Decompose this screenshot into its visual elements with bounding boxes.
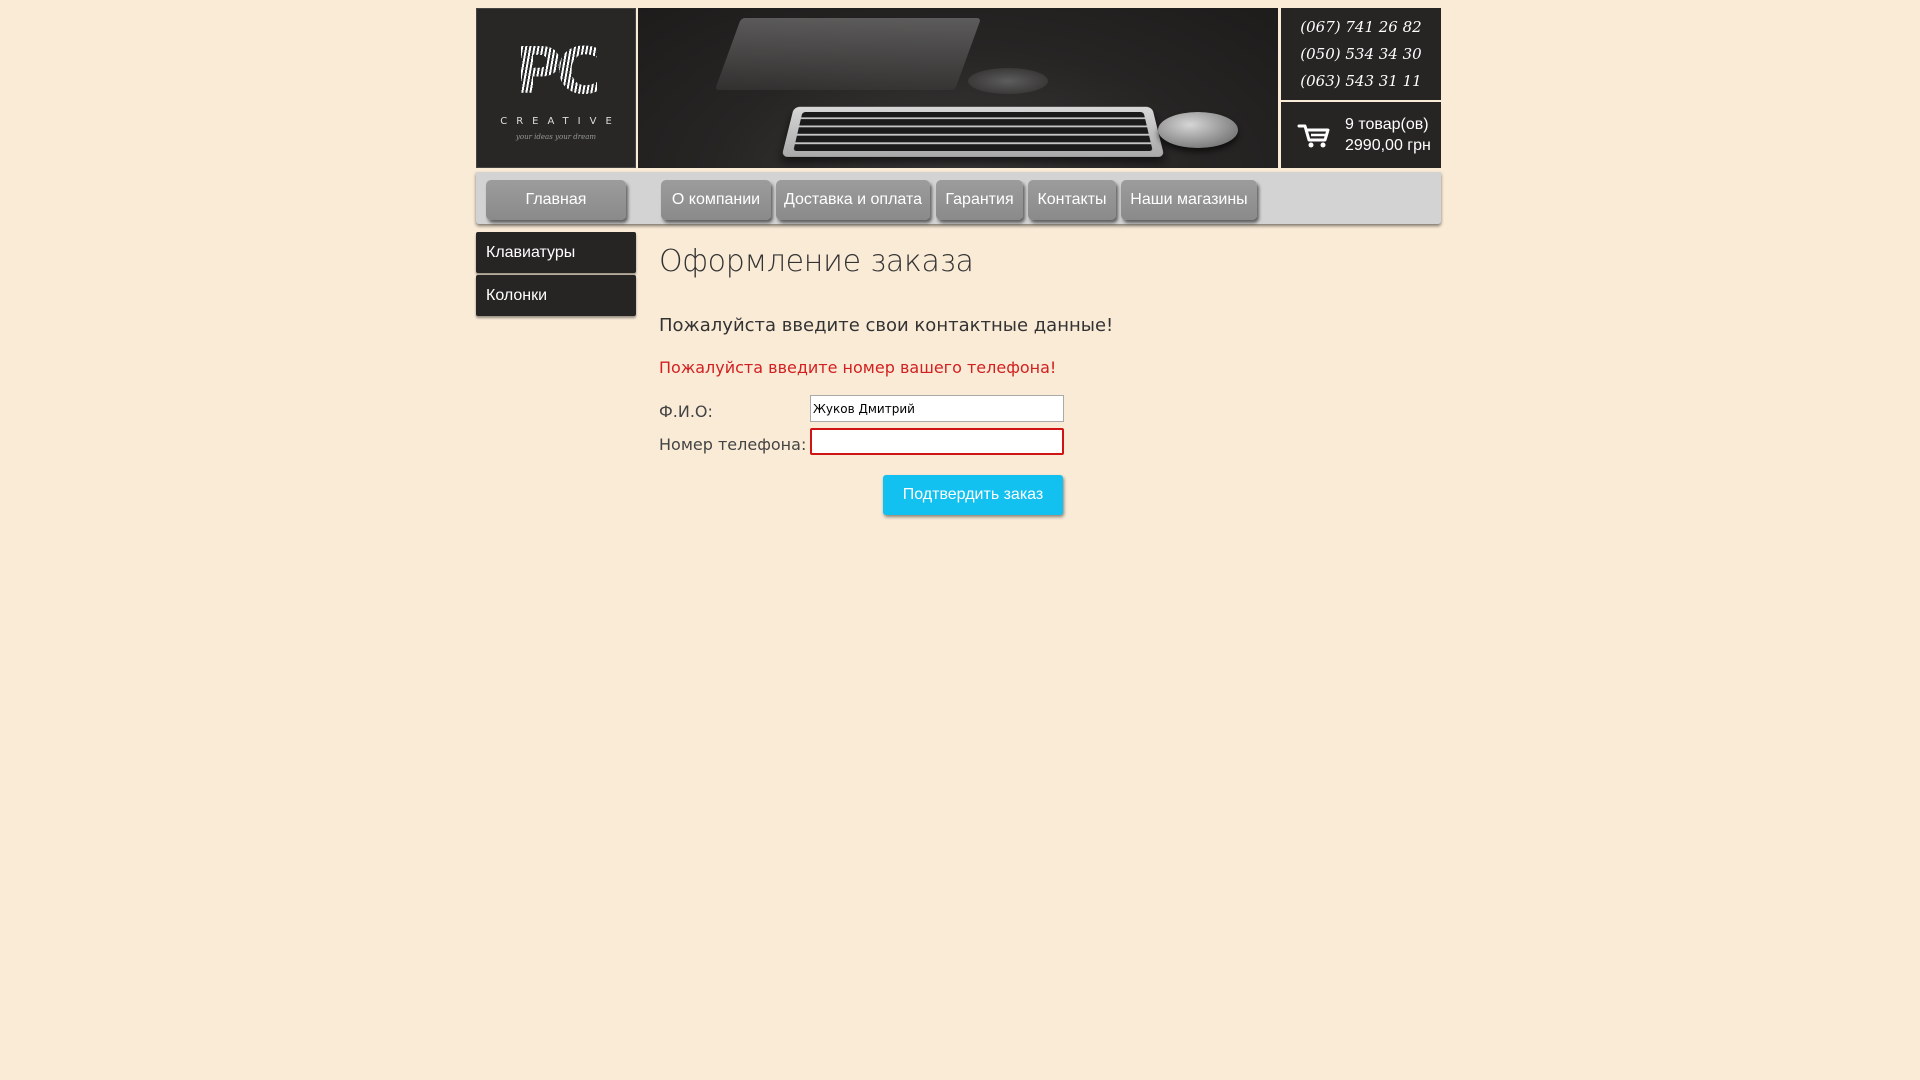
confirm-order-button[interactable]: Подтвердить заказ [883,475,1063,515]
name-field[interactable] [810,395,1064,422]
phone-field[interactable] [810,428,1064,455]
nav-contacts[interactable]: Контакты [1028,180,1116,220]
submit-row: Подтвердить заказ [659,475,1359,519]
cart-total: 2990,00 грн [1345,137,1431,154]
phone-label: Номер телефона: [659,435,807,454]
form-intro: Пожалуйста введите свои контактные данны… [659,315,1114,336]
logo-tagline: your ideas your dream [515,132,597,141]
header-banner-image [638,8,1278,168]
main-content: Оформление заказа Пожалуйста введите сво… [659,244,1359,519]
cart-text: 9 товар(ов) 2990,00 грн [1345,114,1431,156]
banner-cup [968,68,1048,94]
nav-warranty[interactable]: Гарантия [936,180,1023,220]
cart-icon [1297,124,1330,148]
phone-list: (067) 741 26 82 (050) 534 34 30 (063) 54… [1281,8,1441,100]
category-sidebar: Клавиатуры Колонки [476,232,636,318]
phone-number: (063) 543 31 11 [1300,72,1422,90]
site-logo[interactable]: PC CREATIVE your ideas your dream [476,8,636,168]
nav-home[interactable]: Главная [486,180,626,220]
sidebar-item-speakers[interactable]: Колонки [476,275,636,316]
page-wrapper: PC CREATIVE your ideas your dream (067) … [476,8,1441,515]
cart-summary[interactable]: 9 товар(ов) 2990,00 грн [1281,102,1441,168]
name-row: Ф.И.О: [659,395,1359,428]
banner-keyboard [781,106,1165,157]
name-label: Ф.И.О: [659,402,713,421]
nav-about[interactable]: О компании [661,180,771,220]
error-message: Пожалуйста введите номер вашего телефона… [659,358,1057,377]
banner-mouse [1158,112,1238,148]
phone-row: Номер телефона: [659,428,1359,461]
page-title: Оформление заказа [659,244,974,279]
sidebar-item-keyboards[interactable]: Клавиатуры [476,232,636,273]
banner-laptop [714,18,982,90]
logo-subtitle: CREATIVE [500,115,621,127]
nav-delivery[interactable]: Доставка и оплата [776,180,930,220]
phone-number: (067) 741 26 82 [1300,18,1422,36]
nav-stores[interactable]: Наши магазины [1121,180,1257,220]
phone-number: (050) 534 34 30 [1300,45,1422,63]
logo-mark: PC [515,34,603,109]
site-header: PC CREATIVE your ideas your dream (067) … [476,8,1441,168]
cart-count: 9 товар(ов) [1345,116,1429,133]
main-nav: Главная О компании Доставка и оплата Гар… [476,172,1441,224]
